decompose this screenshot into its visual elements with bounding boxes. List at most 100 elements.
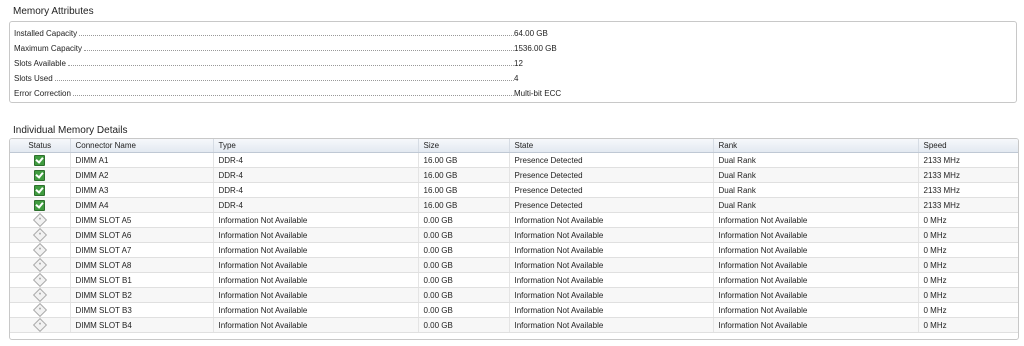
unknown-status-icon [32, 227, 47, 242]
table-row[interactable]: DIMM A1 DDR-4 16.00 GB Presence Detected Dua… [10, 152, 1018, 168]
table-row[interactable]: DIMM SLOT A5 Information Not Available 0.0… [10, 212, 1018, 228]
rank-cell: Dual Rank [713, 167, 919, 183]
attr-row-error-correction: Error Correction Multi-bit ECC [14, 84, 561, 98]
speed-cell: 2133 MHz [918, 152, 1018, 168]
table-row[interactable]: DIMM SLOT A7 Information Not Available 0.0… [10, 242, 1018, 258]
attr-value: Multi-bit ECC [514, 89, 562, 98]
attr-row-installed-capacity: Installed Capacity 64.00 GB [14, 24, 548, 38]
status-cell [10, 167, 71, 183]
status-cell [10, 182, 71, 198]
attr-value: 12 [514, 59, 523, 68]
state-cell: Presence Detected [509, 152, 714, 168]
type-cell: Information Not Available [213, 302, 419, 318]
table-row[interactable]: DIMM SLOT B3 Information Not Available 0.0… [10, 302, 1018, 318]
connector-cell: DIMM A3 [70, 182, 214, 198]
size-cell: 0.00 GB [418, 272, 510, 288]
size-cell: 0.00 GB [418, 302, 510, 318]
speed-cell: 0 MHz [918, 227, 1018, 243]
state-cell: Information Not Available [509, 317, 714, 333]
table-row[interactable]: DIMM A4 DDR-4 16.00 GB Presence Detected Dua… [10, 197, 1018, 213]
state-cell: Information Not Available [509, 212, 714, 228]
connector-cell: DIMM A1 [70, 152, 214, 168]
table-row[interactable]: DIMM SLOT A8 Information Not Available 0.0… [10, 257, 1018, 273]
table-row[interactable]: DIMM SLOT A6 Information Not Available 0.0… [10, 227, 1018, 243]
type-cell: Information Not Available [213, 287, 419, 303]
status-cell [10, 212, 71, 228]
attr-label: Error Correction [14, 89, 71, 98]
connector-cell: DIMM SLOT A6 [70, 227, 214, 243]
state-cell: Information Not Available [509, 302, 714, 318]
status-cell [10, 257, 71, 273]
speed-cell: 2133 MHz [918, 197, 1018, 213]
state-cell: Information Not Available [509, 242, 714, 258]
status-cell [10, 227, 71, 243]
type-cell: Information Not Available [213, 257, 419, 273]
column-header-speed[interactable]: Speed [918, 139, 1018, 153]
type-cell: DDR-4 [213, 167, 419, 183]
table-row[interactable]: DIMM SLOT B2 Information Not Available 0.0… [10, 287, 1018, 303]
attr-row-slots-available: Slots Available 12 [14, 54, 523, 68]
dotted-leader [84, 49, 514, 51]
connector-cell: DIMM SLOT A5 [70, 212, 214, 228]
column-header-type[interactable]: Type [213, 139, 419, 153]
speed-cell: 0 MHz [918, 287, 1018, 303]
connector-cell: DIMM SLOT B4 [70, 317, 214, 333]
column-header-connector-name[interactable]: Connector Name [70, 139, 214, 153]
table-row[interactable]: DIMM A3 DDR-4 16.00 GB Presence Detected Dua… [10, 182, 1018, 198]
type-cell: DDR-4 [213, 182, 419, 198]
column-header-rank[interactable]: Rank [713, 139, 919, 153]
table-row[interactable]: DIMM SLOT B1 Information Not Available 0.0… [10, 272, 1018, 288]
size-cell: 0.00 GB [418, 212, 510, 228]
connector-cell: DIMM A4 [70, 197, 214, 213]
unknown-status-icon [32, 302, 47, 317]
speed-cell: 0 MHz [918, 317, 1018, 333]
status-cell [10, 317, 71, 333]
attr-row-slots-used: Slots Used 4 [14, 69, 518, 83]
speed-cell: 0 MHz [918, 242, 1018, 258]
memory-attributes-title: Memory Attributes [13, 6, 94, 17]
connector-cell: DIMM SLOT A8 [70, 257, 214, 273]
state-cell: Presence Detected [509, 182, 714, 198]
speed-cell: 0 MHz [918, 272, 1018, 288]
speed-cell: 2133 MHz [918, 167, 1018, 183]
speed-cell: 0 MHz [918, 302, 1018, 318]
size-cell: 16.00 GB [418, 167, 510, 183]
table-row[interactable]: DIMM SLOT B4 Information Not Available 0.0… [10, 317, 1018, 333]
rank-cell: Information Not Available [713, 317, 919, 333]
connector-cell: DIMM A2 [70, 167, 214, 183]
connector-cell: DIMM SLOT B3 [70, 302, 214, 318]
column-header-size[interactable]: Size [418, 139, 510, 153]
state-cell: Information Not Available [509, 272, 714, 288]
state-cell: Information Not Available [509, 227, 714, 243]
speed-cell: 0 MHz [918, 212, 1018, 228]
connector-cell: DIMM SLOT B1 [70, 272, 214, 288]
memory-details-table: Status Connector Name Type Size State Ra… [10, 139, 1018, 333]
dotted-leader [54, 79, 514, 81]
rank-cell: Information Not Available [713, 227, 919, 243]
rank-cell: Dual Rank [713, 152, 919, 168]
type-cell: Information Not Available [213, 272, 419, 288]
state-cell: Presence Detected [509, 167, 714, 183]
table-row[interactable]: DIMM A2 DDR-4 16.00 GB Presence Detected Dua… [10, 167, 1018, 183]
type-cell: DDR-4 [213, 197, 419, 213]
rank-cell: Information Not Available [713, 212, 919, 228]
table-header-row: Status Connector Name Type Size State Ra… [10, 139, 1018, 153]
size-cell: 0.00 GB [418, 257, 510, 273]
rank-cell: Information Not Available [713, 287, 919, 303]
attr-label: Slots Used [14, 74, 53, 83]
state-cell: Information Not Available [509, 287, 714, 303]
memory-attributes-panel: Installed Capacity 64.00 GB Maximum Capa… [9, 21, 1017, 103]
rank-cell: Information Not Available [713, 302, 919, 318]
memory-details-title: Individual Memory Details [13, 125, 128, 136]
status-cell [10, 152, 71, 168]
status-cell [10, 242, 71, 258]
size-cell: 16.00 GB [418, 182, 510, 198]
speed-cell: 2133 MHz [918, 182, 1018, 198]
column-header-status[interactable]: Status [10, 139, 71, 153]
checkmark-ok-icon [34, 184, 46, 196]
column-header-state[interactable]: State [509, 139, 714, 153]
unknown-status-icon [32, 257, 47, 272]
rank-cell: Dual Rank [713, 182, 919, 198]
rank-cell: Information Not Available [713, 242, 919, 258]
state-cell: Presence Detected [509, 197, 714, 213]
